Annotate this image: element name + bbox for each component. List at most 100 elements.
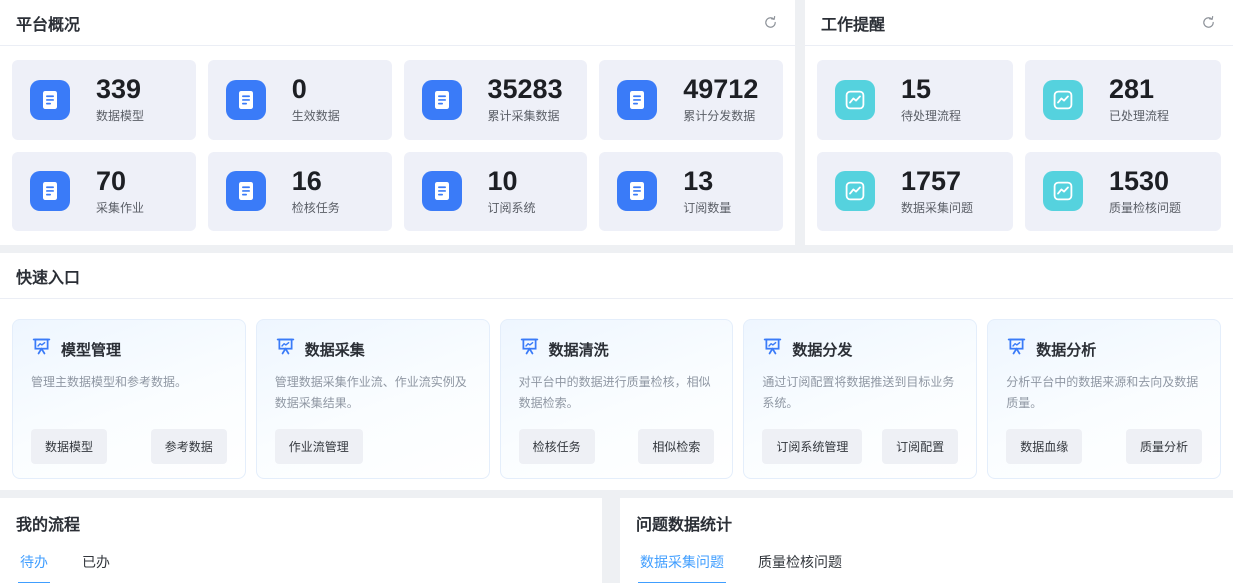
stat-value: 339 bbox=[96, 75, 144, 103]
quick-entry-header: 快速入口 bbox=[0, 253, 1233, 299]
tab-collection-issues[interactable]: 数据采集问题 bbox=[638, 544, 726, 583]
quick-card-title: 数据分发 bbox=[792, 339, 852, 360]
work-reminder-panel: 工作提醒 15 待处理流程 281 已处理流程 1757 数据采集问题 bbox=[805, 0, 1233, 245]
document-icon bbox=[30, 80, 70, 120]
my-process-tabs: 待办 已办 bbox=[0, 544, 602, 583]
stat-value: 35283 bbox=[488, 75, 563, 103]
refresh-icon[interactable] bbox=[763, 15, 779, 31]
stat-label: 订阅系统 bbox=[488, 199, 536, 216]
document-icon bbox=[617, 171, 657, 211]
stat-label: 检核任务 bbox=[292, 199, 340, 216]
quality-analysis-button[interactable]: 质量分析 bbox=[1126, 429, 1202, 464]
document-icon bbox=[422, 80, 462, 120]
stat-value: 49712 bbox=[683, 75, 758, 103]
subscription-config-button[interactable]: 订阅配置 bbox=[882, 429, 958, 464]
quick-card-desc: 管理数据采集作业流、作业流实例及数据采集结果。 bbox=[275, 372, 471, 414]
stat-value: 16 bbox=[292, 167, 340, 195]
check-task-button[interactable]: 检核任务 bbox=[519, 429, 595, 464]
stat-label: 采集作业 bbox=[96, 199, 144, 216]
quick-card-title: 数据分析 bbox=[1036, 339, 1096, 360]
stat-label: 数据模型 bbox=[96, 107, 144, 124]
stat-card-distributed-data[interactable]: 49712 累计分发数据 bbox=[599, 60, 783, 140]
stat-value: 1530 bbox=[1109, 167, 1181, 195]
problem-stats-panel: 问题数据统计 数据采集问题 质量检核问题 bbox=[620, 498, 1233, 583]
document-icon bbox=[422, 171, 462, 211]
stat-card-pending-processes[interactable]: 15 待处理流程 bbox=[817, 60, 1013, 140]
tab-done[interactable]: 已办 bbox=[80, 544, 112, 583]
document-icon bbox=[226, 80, 266, 120]
stat-label: 生效数据 bbox=[292, 107, 340, 124]
quick-card-title: 数据采集 bbox=[305, 339, 365, 360]
document-icon bbox=[226, 171, 266, 211]
panel-title: 工作提醒 bbox=[821, 11, 885, 35]
top-stats-row: 平台概况 339 数据模型 0 生效数据 35283 累计采集数据 bbox=[0, 0, 1233, 245]
quick-card-title: 模型管理 bbox=[61, 339, 121, 360]
tab-todo[interactable]: 待办 bbox=[18, 544, 50, 583]
stat-value: 10 bbox=[488, 167, 536, 195]
data-lineage-button[interactable]: 数据血缘 bbox=[1006, 429, 1082, 464]
stat-card-collected-data[interactable]: 35283 累计采集数据 bbox=[404, 60, 588, 140]
stat-value: 13 bbox=[683, 167, 731, 195]
quick-card-data-collection: 数据采集 管理数据采集作业流、作业流实例及数据采集结果。 作业流管理 bbox=[256, 319, 490, 479]
subscription-system-management-button[interactable]: 订阅系统管理 bbox=[762, 429, 862, 464]
stat-label: 待处理流程 bbox=[901, 107, 961, 124]
quick-card-data-distribution: 数据分发 通过订阅配置将数据推送到目标业务系统。 订阅系统管理 订阅配置 bbox=[743, 319, 977, 479]
section-title: 快速入口 bbox=[16, 264, 80, 288]
panel-title: 问题数据统计 bbox=[620, 498, 1233, 544]
stat-card-processed-processes[interactable]: 281 已处理流程 bbox=[1025, 60, 1221, 140]
dashboard-page: 平台概况 339 数据模型 0 生效数据 35283 累计采集数据 bbox=[0, 0, 1233, 583]
platform-stats-grid: 339 数据模型 0 生效数据 35283 累计采集数据 49712 累计分发数据 70… bbox=[0, 46, 795, 245]
document-icon bbox=[617, 80, 657, 120]
stat-value: 281 bbox=[1109, 75, 1169, 103]
document-icon bbox=[30, 171, 70, 211]
stat-card-subscription-count[interactable]: 13 订阅数量 bbox=[599, 152, 783, 232]
stat-card-quality-issues[interactable]: 1530 质量检核问题 bbox=[1025, 152, 1221, 232]
stat-label: 质量检核问题 bbox=[1109, 199, 1181, 216]
quick-card-data-analysis: 数据分析 分析平台中的数据来源和去向及数据质量。 数据血缘 质量分析 bbox=[987, 319, 1221, 479]
stat-value: 1757 bbox=[901, 167, 973, 195]
stat-card-collection-issues[interactable]: 1757 数据采集问题 bbox=[817, 152, 1013, 232]
stat-label: 订阅数量 bbox=[683, 199, 731, 216]
workflow-management-button[interactable]: 作业流管理 bbox=[275, 429, 363, 464]
quick-entry-grid: 模型管理 管理主数据模型和参考数据。 数据模型 参考数据 数据采集 管理数据采集… bbox=[0, 299, 1233, 479]
reference-data-button[interactable]: 参考数据 bbox=[151, 429, 227, 464]
quick-card-desc: 对平台中的数据进行质量检核，相似数据检索。 bbox=[519, 372, 715, 414]
reminder-stats-grid: 15 待处理流程 281 已处理流程 1757 数据采集问题 1530 质量检核问题 bbox=[805, 46, 1233, 245]
stat-card-collection-jobs[interactable]: 70 采集作业 bbox=[12, 152, 196, 232]
refresh-icon[interactable] bbox=[1201, 15, 1217, 31]
stat-value: 15 bbox=[901, 75, 961, 103]
stat-card-effective-data[interactable]: 0 生效数据 bbox=[208, 60, 392, 140]
problem-stats-tabs: 数据采集问题 质量检核问题 bbox=[620, 544, 1233, 583]
stat-label: 已处理流程 bbox=[1109, 107, 1169, 124]
stat-card-subscription-systems[interactable]: 10 订阅系统 bbox=[404, 152, 588, 232]
work-reminder-header: 工作提醒 bbox=[805, 0, 1233, 46]
stat-label: 累计分发数据 bbox=[683, 107, 758, 124]
stat-label: 数据采集问题 bbox=[901, 199, 973, 216]
line-chart-icon bbox=[1043, 171, 1083, 211]
panel-title: 平台概况 bbox=[16, 11, 80, 35]
stat-label: 累计采集数据 bbox=[488, 107, 563, 124]
stat-card-check-tasks[interactable]: 16 检核任务 bbox=[208, 152, 392, 232]
presentation-board-icon bbox=[762, 336, 783, 362]
panel-title: 我的流程 bbox=[0, 498, 602, 544]
quick-card-desc: 分析平台中的数据来源和去向及数据质量。 bbox=[1006, 372, 1202, 414]
quick-card-model-management: 模型管理 管理主数据模型和参考数据。 数据模型 参考数据 bbox=[12, 319, 246, 479]
bottom-row: 我的流程 待办 已办 问题数据统计 数据采集问题 质量检核问题 bbox=[0, 498, 1233, 583]
line-chart-icon bbox=[1043, 80, 1083, 120]
data-model-button[interactable]: 数据模型 bbox=[31, 429, 107, 464]
similar-search-button[interactable]: 相似检索 bbox=[638, 429, 714, 464]
stat-card-data-models[interactable]: 339 数据模型 bbox=[12, 60, 196, 140]
platform-overview-panel: 平台概况 339 数据模型 0 生效数据 35283 累计采集数据 bbox=[0, 0, 795, 245]
line-chart-icon bbox=[835, 171, 875, 211]
quick-card-desc: 通过订阅配置将数据推送到目标业务系统。 bbox=[762, 372, 958, 414]
presentation-board-icon bbox=[275, 336, 296, 362]
quick-entry-section: 快速入口 模型管理 管理主数据模型和参考数据。 数据模型 参考数据 数据采集 bbox=[0, 253, 1233, 490]
tab-quality-issues[interactable]: 质量检核问题 bbox=[756, 544, 844, 583]
stat-value: 70 bbox=[96, 167, 144, 195]
presentation-board-icon bbox=[31, 336, 52, 362]
line-chart-icon bbox=[835, 80, 875, 120]
presentation-board-icon bbox=[1006, 336, 1027, 362]
presentation-board-icon bbox=[519, 336, 540, 362]
my-process-panel: 我的流程 待办 已办 bbox=[0, 498, 602, 583]
stat-value: 0 bbox=[292, 75, 340, 103]
